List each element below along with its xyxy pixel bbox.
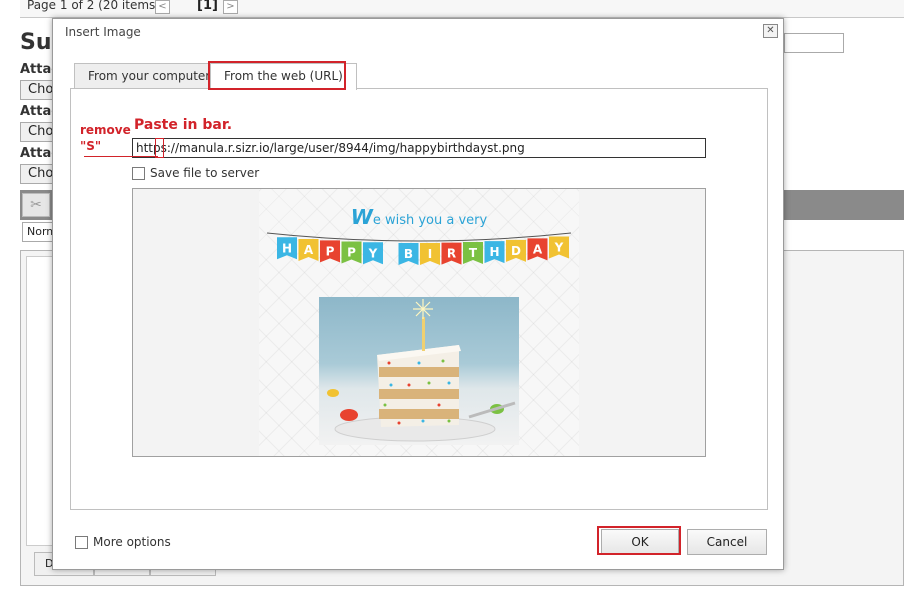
svg-text:H: H bbox=[282, 241, 292, 255]
tab-from-computer[interactable]: From your computer bbox=[74, 63, 225, 89]
dialog-title: Insert Image bbox=[65, 25, 141, 39]
wish-text: We wish you a very bbox=[350, 205, 488, 229]
close-icon[interactable]: ✕ bbox=[763, 24, 778, 38]
paste-annotation: Paste in bar. bbox=[134, 117, 233, 133]
banner-flag: P bbox=[341, 241, 362, 264]
annotation-box-ok bbox=[597, 526, 681, 555]
annotation-box-web-tab bbox=[208, 61, 346, 90]
happy-birthday-banner: HAPPYBIRTHDAY bbox=[266, 232, 572, 265]
annotation-pointer-line bbox=[84, 156, 158, 157]
banner-flag: P bbox=[320, 240, 340, 263]
next-page-button[interactable]: > bbox=[223, 0, 238, 14]
banner-flag: T bbox=[463, 242, 483, 265]
svg-text:H: H bbox=[489, 245, 499, 259]
svg-text:A: A bbox=[304, 243, 314, 257]
more-options-checkbox[interactable] bbox=[75, 536, 88, 549]
remove-annotation: remove bbox=[80, 123, 131, 137]
prev-page-button[interactable]: < bbox=[155, 0, 170, 14]
page-title: Su bbox=[20, 30, 52, 55]
svg-text:R: R bbox=[447, 247, 456, 261]
svg-text:A: A bbox=[533, 242, 543, 256]
current-page: [1] bbox=[197, 0, 218, 13]
save-file-label: Save file to server bbox=[150, 166, 260, 180]
banner-flag: D bbox=[506, 239, 526, 262]
banner-flag: H bbox=[484, 241, 505, 264]
banner-flag: A bbox=[527, 238, 548, 261]
cut-icon[interactable]: ✂ bbox=[22, 193, 50, 217]
save-file-checkbox[interactable] bbox=[132, 167, 145, 180]
birthday-card-image: We wish you a very HAPPYBIRTHDAY bbox=[259, 189, 579, 456]
svg-text:I: I bbox=[428, 247, 432, 261]
banner-flag: A bbox=[298, 238, 319, 261]
banner-flag: Y bbox=[549, 236, 569, 259]
svg-text:B: B bbox=[404, 247, 413, 261]
svg-text:D: D bbox=[511, 244, 521, 258]
svg-text:Y: Y bbox=[368, 246, 378, 260]
background-text-input[interactable] bbox=[784, 33, 844, 53]
banner-flag: Y bbox=[363, 242, 383, 265]
banner-flag: H bbox=[277, 237, 297, 260]
pager-bar: Page 1 of 2 (20 items) < [1] 2 > bbox=[20, 0, 904, 18]
svg-text:T: T bbox=[469, 246, 478, 260]
svg-text:P: P bbox=[347, 246, 356, 260]
cake-photo bbox=[319, 297, 519, 445]
banner-flag: I bbox=[420, 242, 440, 265]
insert-image-dialog: Insert Image ✕ From your computer From t… bbox=[52, 18, 784, 570]
svg-text:P: P bbox=[326, 244, 335, 258]
banner-flag: R bbox=[441, 242, 462, 265]
banner-flag: B bbox=[398, 242, 419, 265]
image-preview: We wish you a very HAPPYBIRTHDAY bbox=[132, 188, 706, 457]
annotation-box-s bbox=[155, 138, 164, 158]
more-options-label: More options bbox=[93, 535, 171, 549]
remove-s-annotation: "S" bbox=[80, 139, 102, 153]
url-input[interactable]: https://manula.r.sizr.io/large/user/8944… bbox=[132, 138, 706, 158]
pager-summary: Page 1 of 2 (20 items) bbox=[27, 0, 160, 12]
cancel-button[interactable]: Cancel bbox=[687, 529, 767, 555]
svg-text:Y: Y bbox=[554, 241, 564, 255]
